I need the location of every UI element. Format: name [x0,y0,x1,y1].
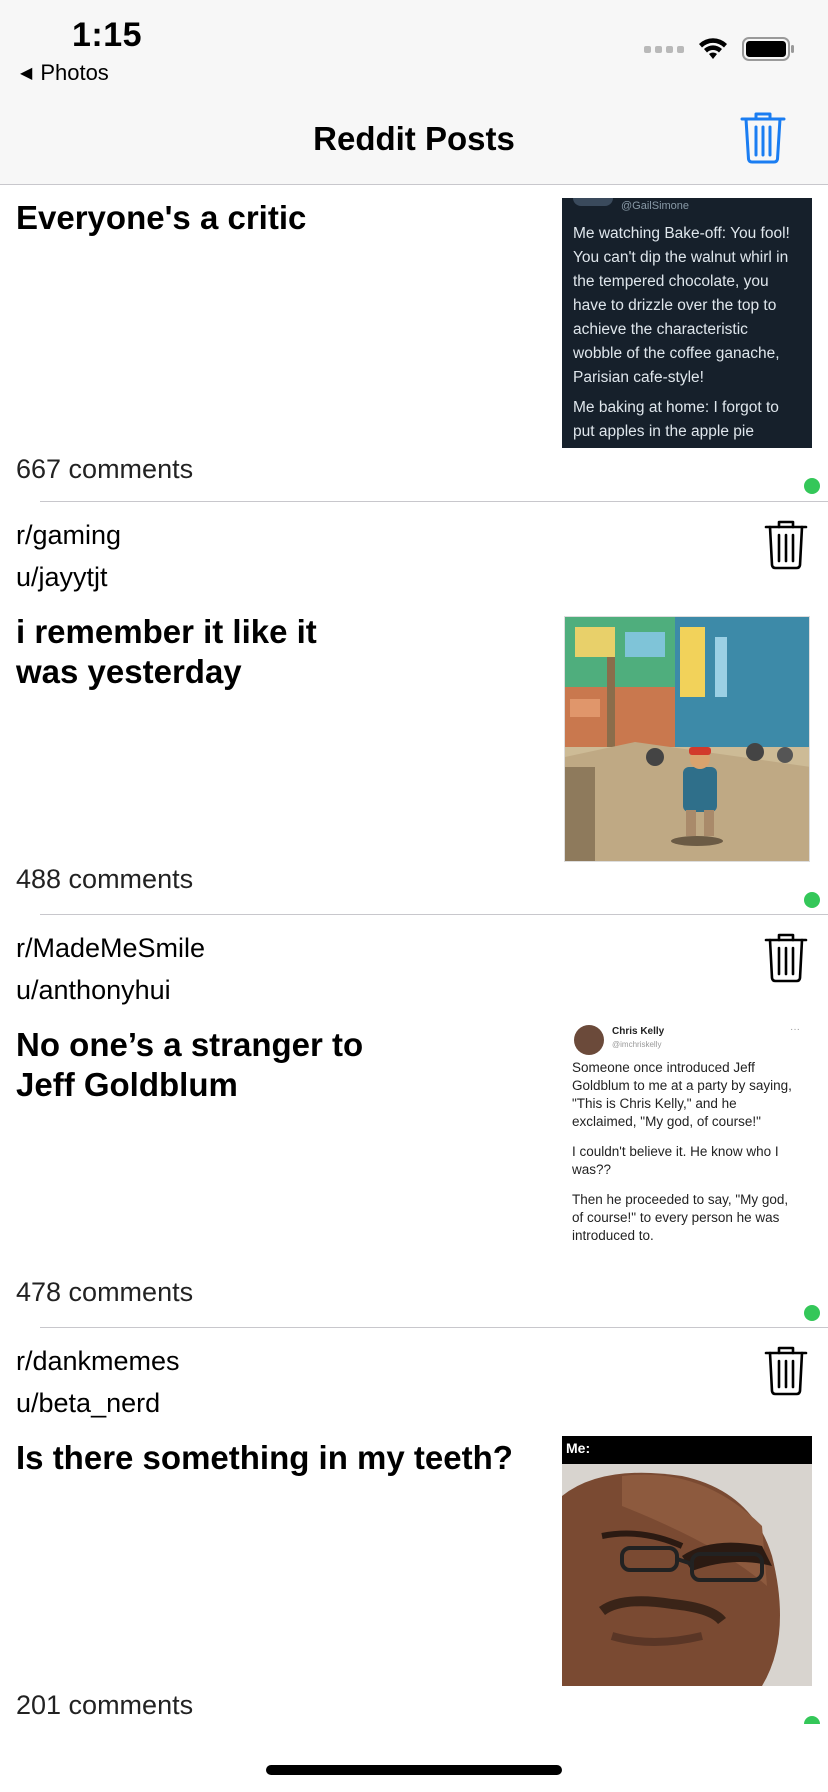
tweet-text: Then he proceeded to say, "My god, of co… [572,1192,789,1243]
tweet-text: I couldn't believe it. He know who I was… [572,1144,779,1177]
subreddit-label: r/MadeMeSmile [16,933,206,963]
wifi-icon [699,38,727,59]
tweet-text: Someone once introduced Jeff Goldblum to… [572,1060,792,1129]
delete-post-trash-icon[interactable] [764,1344,808,1396]
tweet-more-icon: ··· [790,1024,800,1035]
delete-post-trash-icon[interactable] [764,931,808,983]
page-title: Reddit Posts [313,120,515,157]
post-title: Everyone's a critic [16,199,307,236]
tweet-author: @GailSimone [621,200,690,212]
post-title: i remember it like it was yesterday [16,613,317,690]
username-label: u/jayytjt [16,562,108,592]
tweet-text: Me watching Bake-off: You fool! [573,225,790,242]
status-dot [804,1716,820,1724]
back-label: Photos [40,60,109,85]
comment-count: 488 comments [16,864,194,894]
status-icons [644,36,796,62]
status-dot [804,892,820,908]
tweet-text: wobble of the coffee ganache, [573,345,780,362]
tweet-avatar [574,1025,604,1055]
post-thumbnail[interactable]: @GailSimone Me watching Bake-off: You fo… [562,198,812,448]
post-row[interactable]: r/gaming u/jayytjt i remember it like it… [0,502,828,914]
post-thumbnail[interactable]: Chris Kelly @imchriskelly ··· Someone on… [562,1019,812,1269]
comment-count: 478 comments [16,1277,194,1307]
username-label: u/anthonyhui [16,975,171,1005]
battery-icon [742,37,794,61]
home-indicator[interactable] [266,1765,562,1775]
comment-count: 201 comments [16,1690,194,1720]
post-thumbnail[interactable] [564,616,810,862]
post-row[interactable]: Everyone's a critic @GailSimone Me watch… [0,186,828,502]
tweet-text: Me baking at home: I forgot to [573,399,779,416]
post-title: Is there something in my teeth? [16,1439,513,1476]
subreddit-label: r/gaming [16,520,122,550]
delete-all-trash-icon[interactable] [740,110,786,164]
status-dot [804,1305,820,1321]
post-row[interactable]: r/dankmemes u/beta_nerd Is there somethi… [0,1328,828,1728]
post-row[interactable]: r/MadeMeSmile u/anthonyhui No one’s a st… [0,915,828,1327]
navigation-bar: 1:15 ◀ Photos Reddit Posts [0,0,828,185]
back-arrow-icon: ◀ [20,65,33,82]
post-thumbnail[interactable]: Me: [562,1436,812,1686]
face-closeup-image [562,1464,812,1686]
game-scene-image [565,617,809,861]
cellular-signal-icon [644,45,684,53]
tweet-text: the tempered chocolate, you [573,273,769,290]
tweet-text: put apples in the apple pie [573,423,754,440]
tweet-text: achieve the characteristic [573,321,748,338]
username-label: u/beta_nerd [16,1388,161,1418]
tweet-text: have to drizzle over the top to [573,297,777,314]
status-time: 1:15 [72,16,143,54]
tweet-text: You can't dip the walnut whirl in [573,249,789,266]
comment-count: 667 comments [16,454,194,484]
tweet-handle: @imchriskelly [612,1040,662,1049]
back-to-photos-button[interactable]: ◀ Photos [20,60,109,86]
delete-post-trash-icon[interactable] [764,518,808,570]
subreddit-label: r/dankmemes [16,1346,180,1376]
tweet-text: Parisian cafe-style! [573,369,704,386]
post-title: No one’s a stranger to Jeff Goldblum [16,1026,364,1103]
status-dot [804,478,820,494]
